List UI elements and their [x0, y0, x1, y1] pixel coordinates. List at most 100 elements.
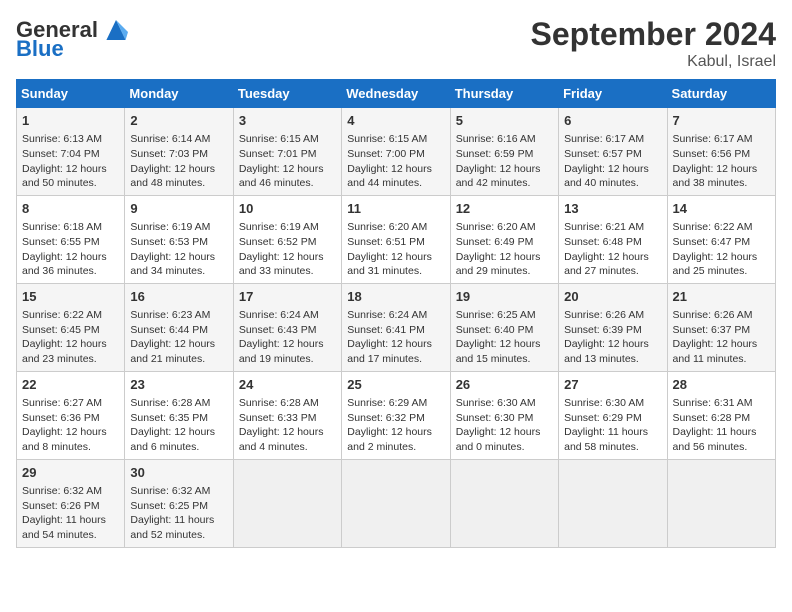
day-info-line: Sunrise: 6:14 AM — [130, 132, 227, 147]
logo-blue-text: Blue — [16, 36, 64, 62]
day-info-line: Sunrise: 6:21 AM — [564, 220, 661, 235]
day-cell: 4Sunrise: 6:15 AMSunset: 7:00 PMDaylight… — [342, 108, 450, 196]
day-info-line: Sunrise: 6:29 AM — [347, 396, 444, 411]
day-cell: 6Sunrise: 6:17 AMSunset: 6:57 PMDaylight… — [559, 108, 667, 196]
day-info-line: Sunset: 6:36 PM — [22, 411, 119, 426]
day-number: 6 — [564, 112, 661, 130]
day-number: 15 — [22, 288, 119, 306]
day-info-line: Sunrise: 6:22 AM — [22, 308, 119, 323]
day-info-line: Sunset: 6:41 PM — [347, 323, 444, 338]
day-info-line: and 29 minutes. — [456, 264, 553, 279]
day-info-line: and 0 minutes. — [456, 440, 553, 455]
day-info-line: Sunrise: 6:22 AM — [673, 220, 770, 235]
day-info-line: Sunset: 6:26 PM — [22, 499, 119, 514]
day-info-line: Daylight: 11 hours — [564, 425, 661, 440]
day-cell: 25Sunrise: 6:29 AMSunset: 6:32 PMDayligh… — [342, 371, 450, 459]
day-cell: 30Sunrise: 6:32 AMSunset: 6:25 PMDayligh… — [125, 459, 233, 547]
day-info-line: Daylight: 12 hours — [564, 337, 661, 352]
day-cell — [667, 459, 775, 547]
day-info-line: Sunrise: 6:32 AM — [22, 484, 119, 499]
day-info-line: Sunrise: 6:25 AM — [456, 308, 553, 323]
day-number: 25 — [347, 376, 444, 394]
header-row: SundayMondayTuesdayWednesdayThursdayFrid… — [17, 80, 776, 108]
day-cell: 12Sunrise: 6:20 AMSunset: 6:49 PMDayligh… — [450, 195, 558, 283]
day-cell: 28Sunrise: 6:31 AMSunset: 6:28 PMDayligh… — [667, 371, 775, 459]
day-cell: 22Sunrise: 6:27 AMSunset: 6:36 PMDayligh… — [17, 371, 125, 459]
day-info-line: Daylight: 12 hours — [239, 162, 336, 177]
day-info-line: Sunset: 6:47 PM — [673, 235, 770, 250]
column-header-tuesday: Tuesday — [233, 80, 341, 108]
day-cell: 29 Sunrise: 6:32 AMSunset: 6:26 PMDayligh… — [17, 459, 125, 547]
day-number: 18 — [347, 288, 444, 306]
day-info-line: Daylight: 12 hours — [239, 250, 336, 265]
day-info-line: Daylight: 12 hours — [564, 250, 661, 265]
week-row-3: 15Sunrise: 6:22 AMSunset: 6:45 PMDayligh… — [17, 283, 776, 371]
day-info-line: Daylight: 11 hours — [22, 513, 119, 528]
column-header-friday: Friday — [559, 80, 667, 108]
title-area: September 2024 Kabul, Israel — [531, 16, 776, 71]
day-info-line: Sunrise: 6:24 AM — [347, 308, 444, 323]
day-number: 22 — [22, 376, 119, 394]
day-cell: 9Sunrise: 6:19 AMSunset: 6:53 PMDaylight… — [125, 195, 233, 283]
day-number: 30 — [130, 464, 227, 482]
day-info-line: Daylight: 12 hours — [130, 162, 227, 177]
day-info-line: Sunrise: 6:20 AM — [456, 220, 553, 235]
day-cell: 14Sunrise: 6:22 AMSunset: 6:47 PMDayligh… — [667, 195, 775, 283]
day-info-line: Sunset: 6:55 PM — [22, 235, 119, 250]
day-number: 28 — [673, 376, 770, 394]
logo: General Blue — [16, 16, 132, 62]
day-info-line: Sunrise: 6:17 AM — [673, 132, 770, 147]
day-info-line: and 27 minutes. — [564, 264, 661, 279]
day-cell: 26Sunrise: 6:30 AMSunset: 6:30 PMDayligh… — [450, 371, 558, 459]
column-header-sunday: Sunday — [17, 80, 125, 108]
day-info-line: Sunrise: 6:18 AM — [22, 220, 119, 235]
day-cell: 21Sunrise: 6:26 AMSunset: 6:37 PMDayligh… — [667, 283, 775, 371]
day-cell: 7Sunrise: 6:17 AMSunset: 6:56 PMDaylight… — [667, 108, 775, 196]
day-number: 4 — [347, 112, 444, 130]
day-number: 29 — [22, 464, 119, 482]
day-info-line: and 33 minutes. — [239, 264, 336, 279]
day-cell: 17Sunrise: 6:24 AMSunset: 6:43 PMDayligh… — [233, 283, 341, 371]
day-number: 9 — [130, 200, 227, 218]
day-info-line: and 2 minutes. — [347, 440, 444, 455]
day-cell: 19Sunrise: 6:25 AMSunset: 6:40 PMDayligh… — [450, 283, 558, 371]
day-cell: 3Sunrise: 6:15 AMSunset: 7:01 PMDaylight… — [233, 108, 341, 196]
day-info-line: and 11 minutes. — [673, 352, 770, 367]
column-header-wednesday: Wednesday — [342, 80, 450, 108]
day-info-line: Sunrise: 6:20 AM — [347, 220, 444, 235]
day-cell: 2Sunrise: 6:14 AMSunset: 7:03 PMDaylight… — [125, 108, 233, 196]
day-info-line: Sunset: 7:00 PM — [347, 147, 444, 162]
day-info-line: Daylight: 12 hours — [456, 162, 553, 177]
day-number: 23 — [130, 376, 227, 394]
day-number: 27 — [564, 376, 661, 394]
day-info-line: Sunset: 6:48 PM — [564, 235, 661, 250]
day-number: 1 — [22, 112, 119, 130]
day-cell: 27Sunrise: 6:30 AMSunset: 6:29 PMDayligh… — [559, 371, 667, 459]
day-cell: 5Sunrise: 6:16 AMSunset: 6:59 PMDaylight… — [450, 108, 558, 196]
day-info-line: Sunrise: 6:13 AM — [22, 132, 119, 147]
day-info-line: Sunset: 6:56 PM — [673, 147, 770, 162]
day-info-line: Sunrise: 6:24 AM — [239, 308, 336, 323]
day-number: 20 — [564, 288, 661, 306]
day-info-line: and 44 minutes. — [347, 176, 444, 191]
week-row-2: 8Sunrise: 6:18 AMSunset: 6:55 PMDaylight… — [17, 195, 776, 283]
day-number: 10 — [239, 200, 336, 218]
header: General Blue September 2024 Kabul, Israe… — [16, 16, 776, 71]
day-cell: 20Sunrise: 6:26 AMSunset: 6:39 PMDayligh… — [559, 283, 667, 371]
day-info-line: and 42 minutes. — [456, 176, 553, 191]
day-info-line: Sunrise: 6:16 AM — [456, 132, 553, 147]
day-info-line: and 17 minutes. — [347, 352, 444, 367]
day-info-line: and 52 minutes. — [130, 528, 227, 543]
day-info-line: and 4 minutes. — [239, 440, 336, 455]
day-info-line: and 6 minutes. — [130, 440, 227, 455]
day-info-line: and 8 minutes. — [22, 440, 119, 455]
day-info-line: Daylight: 12 hours — [456, 250, 553, 265]
day-info-line: Sunset: 6:33 PM — [239, 411, 336, 426]
day-info-line: and 40 minutes. — [564, 176, 661, 191]
day-info-line: and 46 minutes. — [239, 176, 336, 191]
week-row-4: 22Sunrise: 6:27 AMSunset: 6:36 PMDayligh… — [17, 371, 776, 459]
day-number: 19 — [456, 288, 553, 306]
day-info-line: Sunset: 6:51 PM — [347, 235, 444, 250]
day-info-line: Sunrise: 6:26 AM — [564, 308, 661, 323]
day-info-line: and 15 minutes. — [456, 352, 553, 367]
